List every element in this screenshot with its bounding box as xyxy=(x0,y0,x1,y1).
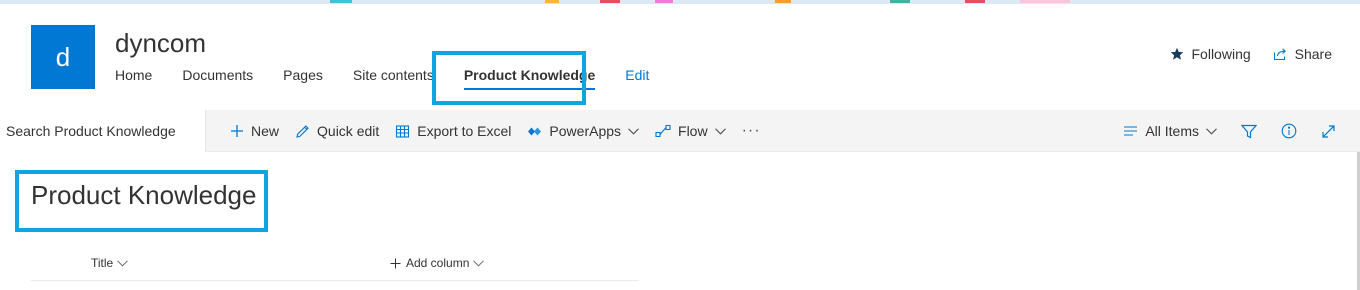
share-button[interactable]: Share xyxy=(1273,46,1332,62)
expand-button[interactable] xyxy=(1321,124,1336,139)
list-view-icon xyxy=(1124,126,1138,136)
quick-edit-button[interactable]: Quick edit xyxy=(295,123,379,139)
view-switcher[interactable]: All Items xyxy=(1123,123,1217,139)
info-icon xyxy=(1281,123,1297,139)
new-button[interactable]: New xyxy=(230,123,279,139)
expand-icon xyxy=(1322,124,1335,138)
command-items: New Quick edit Export to Excel PowerApps xyxy=(230,110,777,152)
command-bar-right: All Items xyxy=(1123,110,1336,152)
nav-link-site-contents[interactable]: Site contents xyxy=(353,67,434,83)
nav-link-home[interactable]: Home xyxy=(115,67,152,83)
more-actions-button[interactable]: ··· xyxy=(742,122,761,140)
site-header: d dyncom Home Documents Pages Site conte… xyxy=(0,4,1360,110)
site-title[interactable]: dyncom xyxy=(115,28,206,59)
filter-icon xyxy=(1241,124,1257,138)
pencil-icon xyxy=(296,124,309,138)
search-input[interactable] xyxy=(6,123,202,139)
header-actions: Following Share xyxy=(1148,46,1332,62)
nav-edit-link[interactable]: Edit xyxy=(625,67,649,83)
flow-menu[interactable]: Flow xyxy=(655,123,726,139)
add-column-label: Add column xyxy=(406,256,470,270)
powerapps-menu[interactable]: PowerApps xyxy=(527,123,639,139)
plus-icon xyxy=(231,125,243,137)
following-label: Following xyxy=(1191,46,1251,62)
command-bar: New Quick edit Export to Excel PowerApps xyxy=(0,110,1360,152)
quick-edit-label: Quick edit xyxy=(317,123,380,139)
chevron-down-icon xyxy=(117,259,129,267)
site-logo-letter: d xyxy=(55,41,71,72)
column-title-label: Title xyxy=(91,256,114,270)
nav-highlight-box xyxy=(432,51,586,105)
view-label: All Items xyxy=(1145,123,1199,139)
site-logo[interactable]: d xyxy=(31,25,95,89)
filter-button[interactable] xyxy=(1241,124,1257,139)
share-label: Share xyxy=(1294,46,1332,62)
title-highlight-box xyxy=(15,170,268,232)
flow-label: Flow xyxy=(678,123,708,139)
powerapps-label: PowerApps xyxy=(549,123,622,139)
export-label: Export to Excel xyxy=(417,123,512,139)
following-button[interactable]: Following xyxy=(1170,46,1251,62)
chevron-down-icon xyxy=(473,259,485,267)
nav-link-documents[interactable]: Documents xyxy=(182,67,253,83)
chevron-down-icon xyxy=(628,127,639,135)
info-button[interactable] xyxy=(1281,123,1297,139)
chevron-down-icon xyxy=(1206,127,1217,135)
new-label: New xyxy=(251,123,280,139)
export-to-excel-button[interactable]: Export to Excel xyxy=(395,123,511,139)
column-header-row: Title Add column xyxy=(31,252,639,281)
chevron-down-icon xyxy=(714,127,726,135)
star-icon xyxy=(1170,47,1183,60)
add-column-button[interactable]: Add column xyxy=(390,256,485,270)
excel-icon xyxy=(396,124,410,138)
flow-icon xyxy=(655,124,671,138)
powerapps-icon xyxy=(528,127,542,135)
plus-icon xyxy=(390,258,401,268)
share-icon xyxy=(1273,48,1286,61)
column-header-title[interactable]: Title xyxy=(91,256,129,270)
search-box xyxy=(0,110,206,152)
nav-link-pages[interactable]: Pages xyxy=(283,67,323,83)
